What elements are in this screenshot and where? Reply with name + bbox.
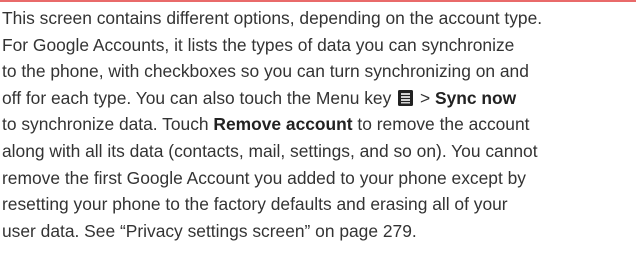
paragraph-line-1: This screen contains different options, … xyxy=(2,8,543,28)
menu-key-icon xyxy=(398,89,414,106)
top-divider xyxy=(0,0,636,2)
remove-account-term: Remove account xyxy=(213,114,353,135)
line-4-text: off for each type. You can also touch th… xyxy=(2,87,397,108)
paragraph-line-8: resetting your phone to the factory defa… xyxy=(2,194,508,215)
line-5-text-start: to synchronize data. Touch xyxy=(2,114,214,135)
paragraph-line-4: off for each type. You can also touch th… xyxy=(2,85,634,112)
body-paragraph: This screen contains different options, … xyxy=(2,5,634,244)
paragraph-line-6: along with all its data (contacts, mail,… xyxy=(2,140,538,161)
paragraph-line-9: user data. See “Privacy settings screen”… xyxy=(2,220,417,241)
sync-now-term: Sync now xyxy=(434,87,517,108)
document-page: This screen contains different options, … xyxy=(0,0,636,274)
paragraph-line-5: to synchronize data. Touch Remove accoun… xyxy=(2,111,634,138)
paragraph-line-3: to the phone, with checkboxes so you can… xyxy=(2,61,529,82)
line-5-text-end: to remove the account xyxy=(352,114,530,135)
paragraph-line-2: For Google Accounts, it lists the types … xyxy=(2,34,515,55)
line-4-separator: > xyxy=(415,87,435,108)
paragraph-line-7: remove the first Google Account you adde… xyxy=(2,167,526,188)
